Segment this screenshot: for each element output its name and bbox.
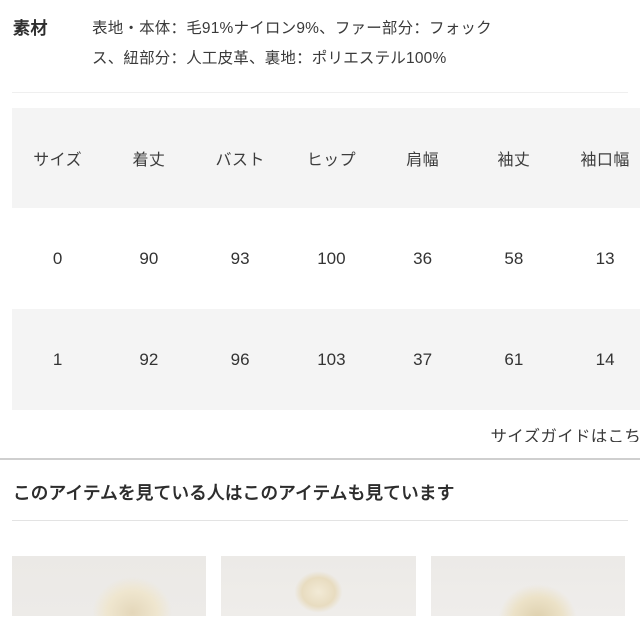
recommendation-card-1[interactable] [12, 556, 207, 616]
product-thumbnail-2 [221, 556, 416, 616]
cell-length: 90 [103, 208, 195, 309]
column-header-shoulder-width: 肩幅 [377, 108, 469, 208]
recommendation-card-3[interactable] [430, 556, 625, 616]
column-header-sleeve-length: 袖丈 [468, 108, 560, 208]
size-table-body: 0 90 93 100 36 58 13 1 92 96 103 37 61 1… [12, 208, 640, 410]
cell-sleeve-length: 58 [468, 208, 560, 309]
divider-above-size-table [12, 92, 628, 93]
size-table: サイズ 着丈 バスト ヒップ 肩幅 袖丈 袖口幅 0 90 93 100 36 … [12, 108, 640, 410]
column-header-cuff-width: 袖口幅 [559, 108, 640, 208]
cell-hip: 100 [285, 208, 377, 309]
material-spec-block: 素材 表地・本体：毛91%ナイロン9%、ファー部分：フォック ス、紐部分：人工皮… [0, 0, 640, 74]
cell-sleeve-length: 61 [468, 309, 560, 410]
cell-shoulder-width: 36 [377, 208, 469, 309]
recommendations-section: このアイテムを見ている人はこのアイテムも見ています [0, 460, 640, 616]
column-header-hip: ヒップ [285, 108, 377, 208]
recommendations-title: このアイテムを見ている人はこのアイテムも見ています [13, 483, 455, 503]
material-description-line-1: 表地・本体：毛91%ナイロン9%、ファー部分：フォック [92, 20, 492, 37]
product-thumbnail-1 [12, 556, 207, 616]
product-thumbnail-3 [430, 556, 625, 616]
table-row: 0 90 93 100 36 58 13 [12, 208, 640, 309]
cell-cuff-width: 14 [559, 309, 640, 410]
recommendations-title-divider [12, 520, 628, 521]
material-label: 素材 [13, 19, 48, 38]
table-header-row: サイズ 着丈 バスト ヒップ 肩幅 袖丈 袖口幅 [12, 108, 640, 208]
material-description-line-2: ス、紐部分：人工皮革、裏地：ポリエステル100% [92, 50, 447, 67]
size-guide-link[interactable]: サイズガイドはこちら [490, 423, 640, 442]
table-row: 1 92 96 103 37 61 14 [12, 309, 640, 410]
cell-size: 0 [12, 208, 104, 309]
cell-hip: 103 [285, 309, 377, 410]
recommendations-grid [0, 556, 640, 616]
size-table-container: サイズ 着丈 バスト ヒップ 肩幅 袖丈 袖口幅 0 90 93 100 36 … [12, 108, 640, 410]
cell-size: 1 [12, 309, 104, 410]
cell-shoulder-width: 37 [377, 309, 469, 410]
column-header-size: サイズ [12, 108, 104, 208]
column-header-bust: バスト [194, 108, 286, 208]
column-header-length: 着丈 [103, 108, 195, 208]
cell-cuff-width: 13 [559, 208, 640, 309]
cell-length: 92 [103, 309, 195, 410]
material-description: 表地・本体：毛91%ナイロン9%、ファー部分：フォック ス、紐部分：人工皮革、裏… [92, 14, 628, 74]
size-guide-row: サイズガイドはこちら [0, 410, 640, 442]
cell-bust: 93 [194, 208, 286, 309]
size-table-head: サイズ 着丈 バスト ヒップ 肩幅 袖丈 袖口幅 [12, 108, 640, 208]
recommendation-card-2[interactable] [221, 556, 416, 616]
cell-bust: 96 [194, 309, 286, 410]
